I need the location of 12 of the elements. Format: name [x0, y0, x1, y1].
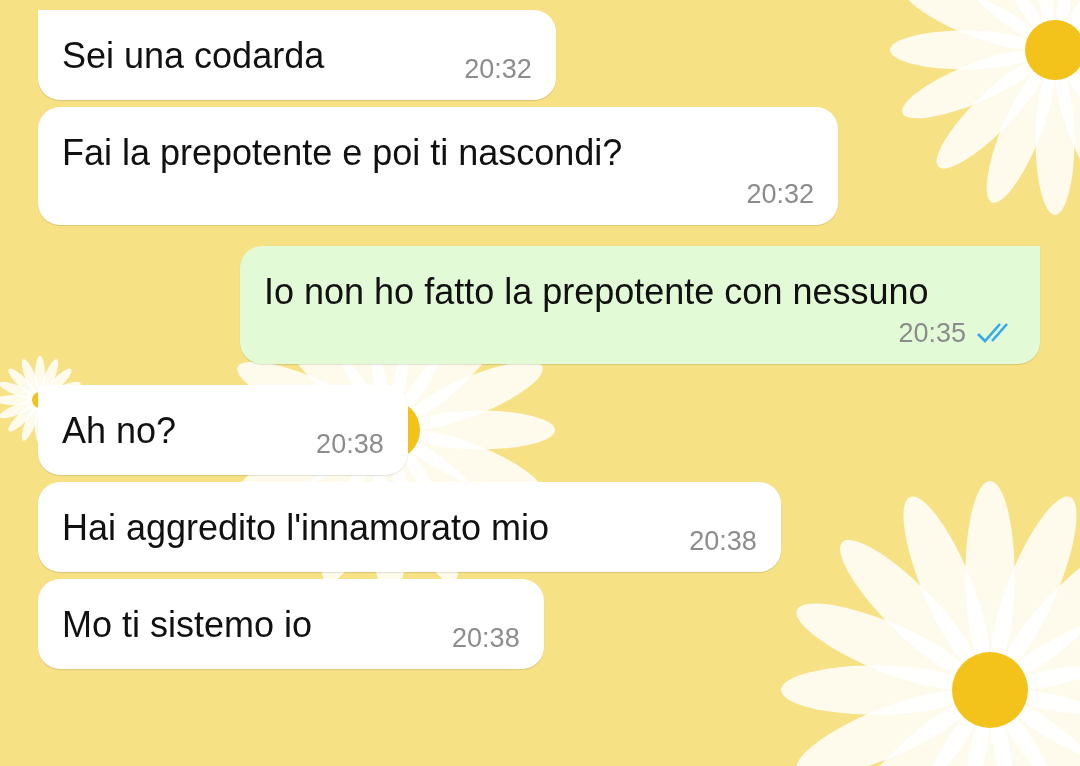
- message-text: Hai aggredito l'innamorato mio: [62, 506, 550, 550]
- message-text: Fai la prepotente e poi ti nascondi?: [62, 131, 623, 175]
- message-text: Sei una codarda: [62, 34, 325, 78]
- message-text: Mo ti sistemo io: [62, 603, 313, 647]
- message-time: 20:35: [898, 317, 966, 350]
- message-time: 20:38: [689, 525, 757, 558]
- message-time: 20:32: [746, 178, 814, 211]
- message-text: Ah no?: [62, 409, 177, 453]
- message-time: 20:38: [452, 622, 520, 655]
- message-text: Io non ho fatto la prepotente con nessuno: [264, 270, 929, 314]
- message-time: 20:32: [464, 53, 532, 86]
- message-time: 20:38: [316, 428, 384, 461]
